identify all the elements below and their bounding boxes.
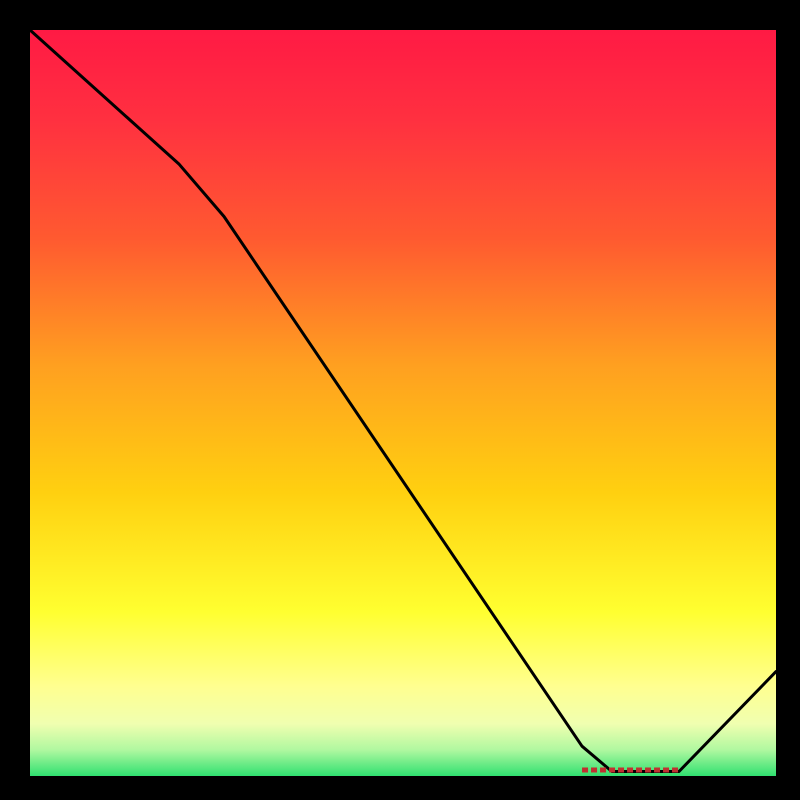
chart-svg xyxy=(0,0,800,800)
plot-area xyxy=(30,30,776,776)
chart-container: TheBottleneck.com xyxy=(0,0,800,800)
